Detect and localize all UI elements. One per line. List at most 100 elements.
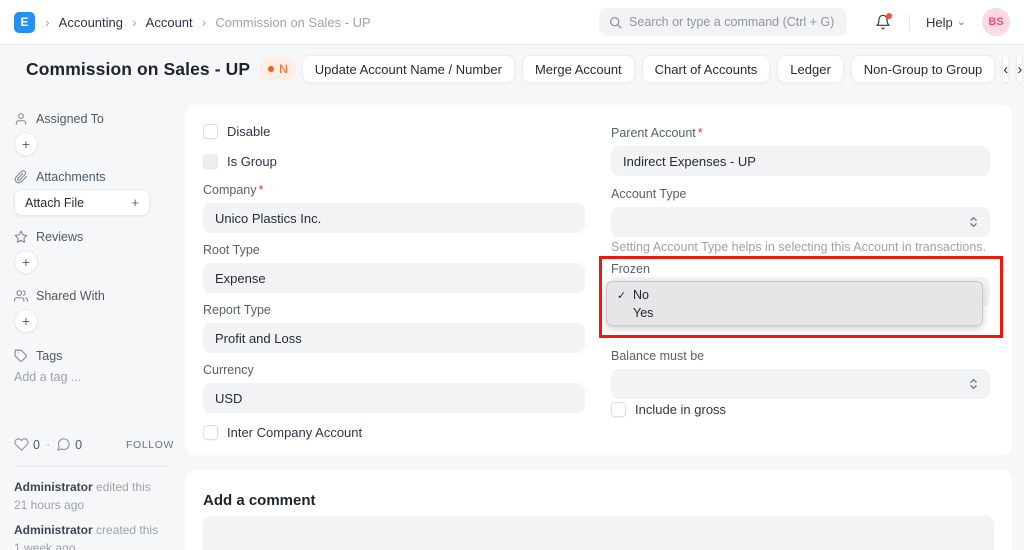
account-type-select[interactable]: [611, 207, 990, 237]
activity-entry: Administrator created this 1 week ago: [14, 521, 158, 550]
sidebar-divider: [14, 466, 170, 467]
disable-label: Disable: [227, 124, 270, 139]
frozen-label: Frozen: [611, 262, 650, 276]
breadcrumb-current: Commission on Sales - UP: [215, 15, 370, 30]
app-window: E › Accounting › Account › Commission on…: [0, 0, 1024, 550]
update-account-name-button[interactable]: Update Account Name / Number: [302, 55, 515, 83]
attach-file-button[interactable]: Attach File +: [14, 189, 150, 216]
navbar-divider: [909, 15, 910, 30]
option-label: Yes: [633, 306, 653, 320]
report-type-label: Report Type: [203, 303, 585, 317]
plus-icon: +: [22, 313, 30, 329]
root-type-field-group: Root Type Expense: [203, 243, 585, 293]
activity-entry: Administrator edited this 21 hours ago: [14, 478, 151, 514]
shared-with-section: Shared With: [14, 289, 105, 303]
include-in-gross-label: Include in gross: [635, 402, 726, 417]
parent-account-input[interactable]: Indirect Expenses - UP: [611, 146, 990, 176]
disable-checkbox[interactable]: Disable: [203, 124, 270, 139]
balance-select[interactable]: [611, 369, 990, 399]
previous-record-button[interactable]: ‹: [1002, 55, 1009, 83]
chevron-left-icon: ‹: [1003, 61, 1008, 78]
avatar[interactable]: BS: [982, 8, 1010, 36]
not-saved-indicator: N: [260, 58, 296, 80]
currency-input[interactable]: USD: [203, 383, 585, 413]
parent-account-field-group: Parent Account* Indirect Expenses - UP: [611, 126, 990, 176]
activity-user: Administrator: [14, 523, 93, 537]
likes-count: 0: [33, 438, 40, 452]
frozen-option-no[interactable]: ✓ No: [607, 286, 982, 304]
attach-file-label: Attach File: [25, 196, 84, 210]
parent-account-label: Parent Account: [611, 126, 696, 140]
users-icon: [14, 289, 28, 303]
account-form-card: Disable Is Group Company* Unico Plastics…: [185, 105, 1012, 455]
reviews-label: Reviews: [36, 230, 83, 244]
include-in-gross-checkbox[interactable]: Include in gross: [611, 402, 726, 417]
add-share-button[interactable]: +: [14, 309, 38, 333]
checkmark-icon: ✓: [617, 289, 633, 302]
paperclip-icon: [14, 170, 28, 184]
account-type-field-group: Account Type: [611, 187, 990, 237]
is-group-label: Is Group: [227, 154, 277, 169]
plus-icon: +: [131, 195, 139, 210]
tags-label: Tags: [36, 349, 62, 363]
notification-dot: [886, 13, 892, 19]
form-sidebar: Assigned To + Attachments Attach File + …: [14, 0, 176, 550]
search-input[interactable]: Search or type a command (Ctrl + G): [599, 8, 847, 36]
social-footer: 0 · 0 FOLLOW: [14, 437, 174, 452]
follow-button[interactable]: FOLLOW: [126, 439, 174, 451]
option-label: No: [633, 288, 649, 302]
chevron-right-icon: ›: [1017, 61, 1022, 78]
frozen-option-yes[interactable]: Yes: [607, 304, 982, 322]
star-icon: [14, 230, 28, 244]
add-comment-heading: Add a comment: [203, 492, 316, 509]
attachments-section: Attachments: [14, 170, 105, 184]
ledger-button[interactable]: Ledger: [777, 55, 843, 83]
tags-section: Tags: [14, 349, 62, 363]
indicator-label: N: [279, 62, 288, 76]
reviews-section: Reviews: [14, 230, 83, 244]
report-type-input[interactable]: Profit and Loss: [203, 323, 585, 353]
indicator-dot-icon: [268, 66, 274, 72]
company-label: Company: [203, 183, 257, 197]
root-type-label: Root Type: [203, 243, 585, 257]
assigned-to-label: Assigned To: [36, 112, 104, 126]
is-group-checkbox[interactable]: Is Group: [203, 154, 277, 169]
checkbox-icon: [203, 154, 218, 169]
comments-card: Add a comment: [185, 470, 1012, 550]
add-assignment-button[interactable]: +: [14, 132, 38, 156]
merge-account-button[interactable]: Merge Account: [522, 55, 635, 83]
select-chevrons-icon: [969, 215, 978, 229]
dot-separator: ·: [46, 438, 50, 452]
checkbox-icon: [611, 402, 626, 417]
plus-icon: +: [22, 136, 30, 152]
breadcrumb-separator-icon: ›: [202, 15, 207, 29]
activity-time: 1 week ago: [14, 541, 75, 550]
tag-icon: [14, 349, 28, 363]
comment-input[interactable]: [203, 516, 994, 550]
root-type-input[interactable]: Expense: [203, 263, 585, 293]
account-type-help: Setting Account Type helps in selecting …: [611, 240, 986, 254]
balance-label: Balance must be: [611, 349, 990, 363]
shared-with-label: Shared With: [36, 289, 105, 303]
add-review-button[interactable]: +: [14, 250, 38, 274]
heart-icon[interactable]: [14, 437, 29, 452]
activity-action: created this: [96, 523, 158, 537]
assigned-to-section: Assigned To: [14, 112, 104, 126]
frozen-dropdown-menu: ✓ No Yes: [606, 281, 983, 326]
inter-company-checkbox[interactable]: Inter Company Account: [203, 425, 362, 440]
help-menu[interactable]: Help ⌄: [926, 15, 966, 30]
chart-of-accounts-button[interactable]: Chart of Accounts: [642, 55, 771, 83]
non-group-to-group-button[interactable]: Non-Group to Group: [851, 55, 996, 83]
account-type-label: Account Type: [611, 187, 990, 201]
comment-icon[interactable]: [56, 437, 71, 452]
currency-field-group: Currency USD: [203, 363, 585, 413]
attachments-label: Attachments: [36, 170, 105, 184]
checkbox-icon: [203, 425, 218, 440]
company-input[interactable]: Unico Plastics Inc.: [203, 203, 585, 233]
add-tag-input[interactable]: Add a tag ...: [14, 370, 81, 384]
notifications-button[interactable]: [875, 14, 891, 30]
next-record-button[interactable]: ›: [1016, 55, 1023, 83]
user-icon: [14, 112, 28, 126]
search-placeholder: Search or type a command (Ctrl + G): [629, 15, 834, 29]
currency-label: Currency: [203, 363, 585, 377]
